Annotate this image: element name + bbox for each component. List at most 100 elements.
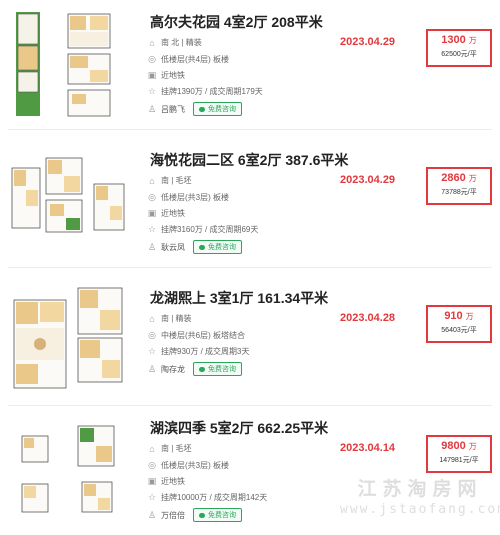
listing-info-row: ☆ 挂牌930万 / 成交周期3天 [147, 346, 250, 357]
person-icon: ♙ [147, 241, 157, 252]
orientation-text: 南 | 毛坯 [161, 444, 192, 453]
floor-row: ◎ 低楼层(共3层) 板楼 [147, 460, 229, 471]
total-price: 9800 万 [428, 440, 490, 452]
consult-button[interactable]: 免费咨询 [193, 508, 242, 522]
orientation-row: ⌂ 南 北 | 精装 [147, 37, 202, 48]
unit-price: 73788元/平 [441, 189, 477, 196]
price-value: 2860 [441, 172, 466, 184]
subway-text: 近地铁 [161, 209, 185, 218]
chat-bubble-icon [199, 244, 205, 250]
tag-icon: ☆ [147, 346, 157, 356]
agent-row: ♙ 耿云凤 免费咨询 [147, 240, 242, 254]
total-price: 1300 万 [428, 34, 490, 46]
person-icon: ♙ [147, 363, 157, 374]
agent-name: 吕鹏飞 [161, 104, 185, 114]
consult-label: 免费咨询 [208, 244, 236, 251]
chat-bubble-icon [199, 366, 205, 372]
chat-bubble-icon [199, 512, 205, 518]
agent-row: ♙ 万倍倍 免费咨询 [147, 508, 242, 522]
listing-info-row: ☆ 挂牌1390万 / 成交周期179天 [147, 86, 263, 97]
subway-row: ▣ 近地铁 [147, 208, 185, 219]
building-icon: ◎ [148, 192, 156, 202]
listing-info-text: 挂牌930万 / 成交周期3天 [161, 347, 250, 356]
unit-price: 62500元/平 [441, 51, 477, 58]
listing-title[interactable]: 龙湖熙上 3室1厅 161.34平米 [150, 288, 328, 308]
total-price: 2860 万 [428, 172, 490, 184]
price-unit: 万 [468, 442, 477, 451]
building-icon: ◎ [148, 54, 156, 64]
orientation-text: 南 北 | 精装 [161, 38, 202, 47]
subway-row: ▣ 近地铁 [147, 70, 185, 81]
subway-row: ▣ 近地铁 [147, 476, 185, 487]
floorplan-image[interactable] [8, 6, 128, 124]
subway-icon: ▣ [147, 208, 157, 218]
orientation-text: 南 | 精装 [161, 314, 192, 323]
orientation-row: ⌂ 南 | 精装 [147, 313, 192, 324]
floor-text: 低楼层(共3层) 板楼 [161, 193, 229, 202]
orientation-row: ⌂ 南 | 毛坯 [147, 175, 192, 186]
consult-button[interactable]: 免费咨询 [193, 240, 242, 254]
price-unit: 万 [468, 36, 477, 45]
floor-text: 低楼层(共4层) 板楼 [161, 55, 229, 64]
tag-icon: ☆ [147, 224, 157, 234]
price-box: 1300 万 62500元/平 [426, 29, 492, 67]
watermark-url: www.jstaofang.com [340, 502, 500, 517]
building-icon: ◎ [148, 460, 156, 470]
tag-icon: ☆ [147, 86, 157, 96]
consult-button[interactable]: 免费咨询 [193, 102, 242, 116]
compass-icon: ⌂ [149, 175, 155, 186]
price-value: 910 [444, 310, 463, 322]
watermark-text: 江苏淘房网 [357, 479, 483, 500]
floor-text: 低楼层(共3层) 板楼 [161, 461, 229, 470]
floorplan-image[interactable] [8, 282, 128, 400]
floorplan-image[interactable] [8, 412, 128, 530]
price-box: 2860 万 73788元/平 [426, 167, 492, 205]
listing-card[interactable]: 高尔夫花园 4室2厅 208平米 ⌂ 南 北 | 精装 ◎ 低楼层(共4层) 板… [0, 0, 500, 130]
listing-title[interactable]: 高尔夫花园 4室2厅 208平米 [150, 12, 323, 32]
price-value: 1300 [441, 34, 466, 46]
building-icon: ◎ [148, 330, 156, 340]
agent-row: ♙ 陶存龙 免费咨询 [147, 362, 242, 376]
listing-info-row: ☆ 挂牌3160万 / 成交周期69天 [147, 224, 258, 235]
orientation-text: 南 | 毛坯 [161, 176, 192, 185]
compass-icon: ⌂ [149, 313, 155, 324]
deal-date: 2023.04.29 [340, 36, 396, 48]
agent-name: 万倍倍 [161, 510, 185, 520]
price-value: 9800 [441, 440, 466, 452]
listing-info-text: 挂牌1390万 / 成交周期179天 [161, 87, 263, 96]
deal-date: 2023.04.14 [340, 442, 396, 454]
agent-name: 陶存龙 [161, 364, 185, 374]
listing-title[interactable]: 海悦花园二区 6室2厅 387.6平米 [150, 150, 348, 170]
listing-info-row: ☆ 挂牌10000万 / 成交周期142天 [147, 492, 267, 503]
floor-text: 中楼层(共6层) 板塔结合 [161, 331, 245, 340]
consult-button[interactable]: 免费咨询 [193, 362, 242, 376]
price-unit: 万 [468, 174, 477, 183]
subway-icon: ▣ [147, 70, 157, 80]
consult-label: 免费咨询 [208, 366, 236, 373]
price-unit: 万 [465, 312, 474, 321]
subway-text: 近地铁 [161, 71, 185, 80]
orientation-row: ⌂ 南 | 毛坯 [147, 443, 192, 454]
agent-name: 耿云凤 [161, 242, 185, 252]
floorplan-image[interactable] [8, 144, 128, 262]
tag-icon: ☆ [147, 492, 157, 502]
deal-date: 2023.04.28 [340, 312, 396, 324]
listing-title[interactable]: 湖滨四季 5室2厅 662.25平米 [150, 418, 328, 438]
price-box: 9800 万 147981元/平 [426, 435, 492, 473]
compass-icon: ⌂ [149, 37, 155, 48]
consult-label: 免费咨询 [208, 512, 236, 519]
deal-date: 2023.04.29 [340, 174, 396, 186]
person-icon: ♙ [147, 103, 157, 114]
divider [8, 129, 492, 130]
listing-card[interactable]: 海悦花园二区 6室2厅 387.6平米 ⌂ 南 | 毛坯 ◎ 低楼层(共3层) … [0, 138, 500, 268]
unit-price: 147981元/平 [439, 457, 479, 464]
floor-row: ◎ 低楼层(共4层) 板楼 [147, 54, 229, 65]
listing-card[interactable]: 龙湖熙上 3室1厅 161.34平米 ⌂ 南 | 精装 ◎ 中楼层(共6层) 板… [0, 276, 500, 406]
compass-icon: ⌂ [149, 443, 155, 454]
divider [8, 267, 492, 268]
agent-row: ♙ 吕鹏飞 免费咨询 [147, 102, 242, 116]
floor-row: ◎ 中楼层(共6层) 板塔结合 [147, 330, 245, 341]
subway-icon: ▣ [147, 476, 157, 486]
subway-text: 近地铁 [161, 477, 185, 486]
price-box: 910 万 56403元/平 [426, 305, 492, 343]
